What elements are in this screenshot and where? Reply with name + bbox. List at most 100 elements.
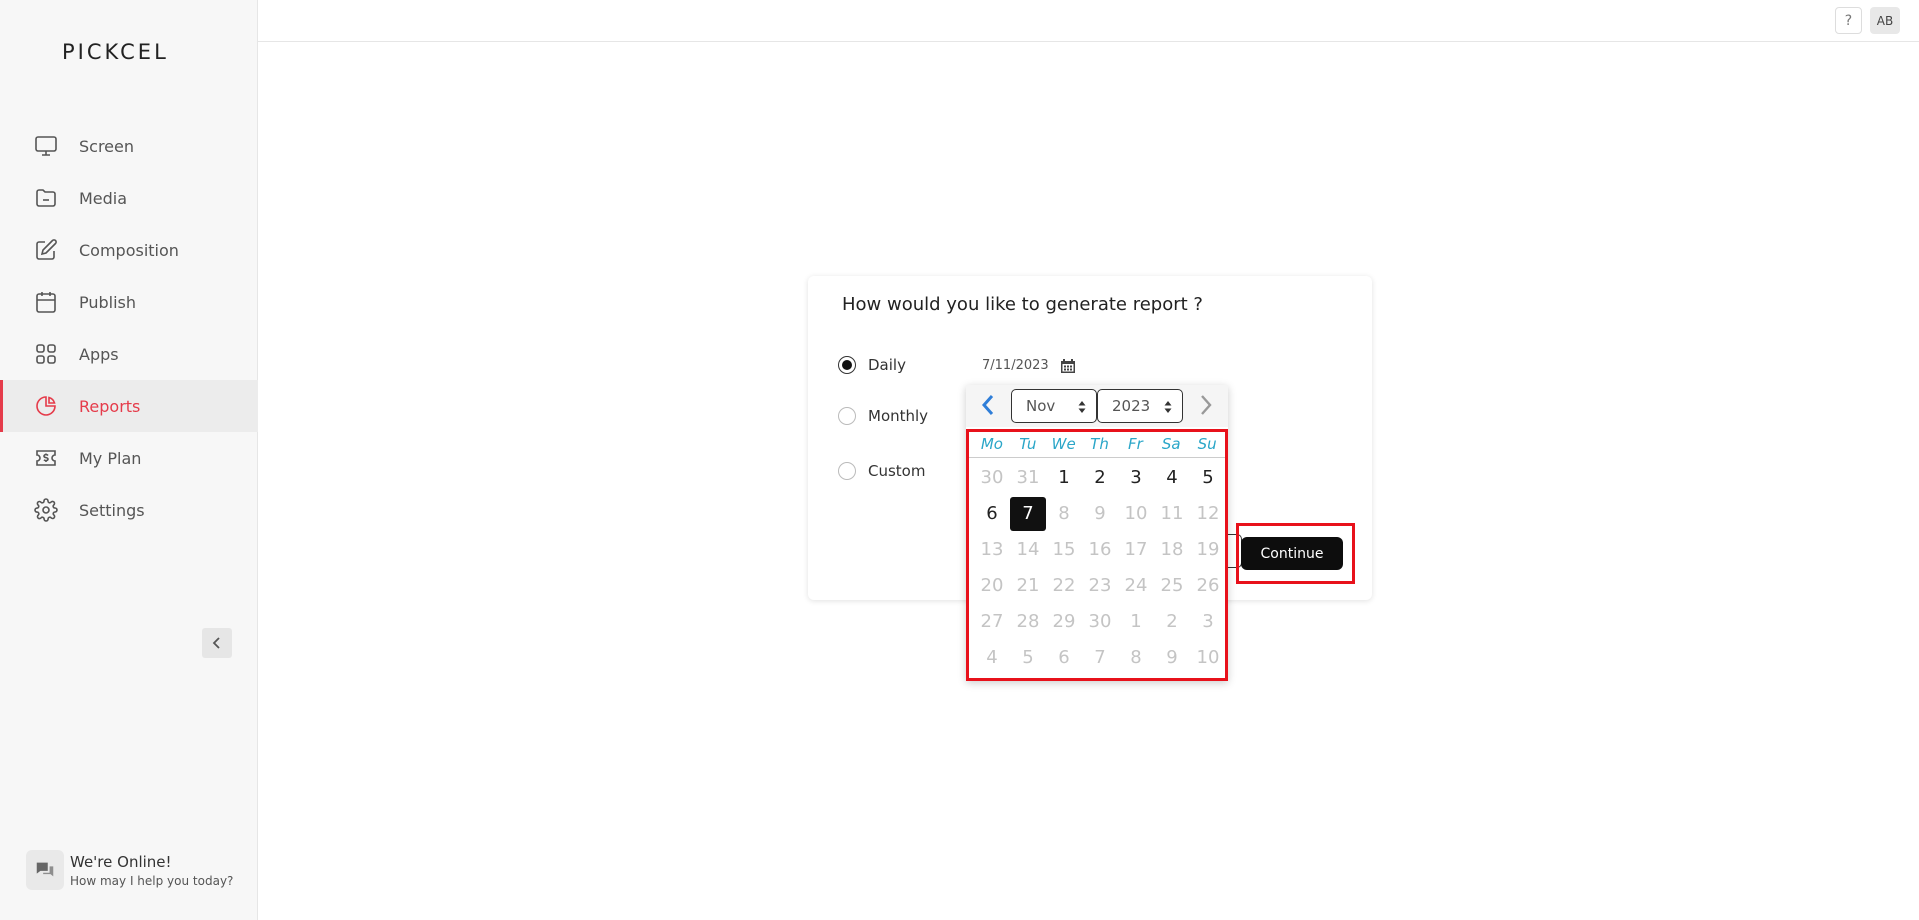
- datepicker-header: Nov 2023: [966, 385, 1228, 427]
- calendar-week: 4 5 6 7 8 9 10: [974, 640, 1226, 676]
- sidebar-item-settings[interactable]: Settings: [0, 484, 258, 536]
- calendar-day[interactable]: 27: [974, 605, 1010, 639]
- calendar-day[interactable]: 8: [1118, 641, 1154, 675]
- sidebar-item-my-plan[interactable]: My Plan: [0, 432, 258, 484]
- sidebar-item-publish[interactable]: Publish: [0, 276, 258, 328]
- sidebar-item-reports[interactable]: Reports: [0, 380, 258, 432]
- calendar-day[interactable]: 11: [1154, 497, 1190, 531]
- calendar-day-selected[interactable]: 7: [1010, 497, 1046, 531]
- sidebar-item-screen[interactable]: Screen: [0, 120, 258, 172]
- calendar-day[interactable]: 8: [1046, 497, 1082, 531]
- calendar-week: 13 14 15 16 17 18 19: [974, 532, 1226, 568]
- calendar-day[interactable]: 9: [1082, 497, 1118, 531]
- sidebar: PICKCEL Screen Media Composition Publish: [0, 0, 258, 920]
- month-value: Nov: [1026, 397, 1056, 415]
- sidebar-item-label: Settings: [79, 500, 145, 520]
- calendar-day[interactable]: 14: [1010, 533, 1046, 567]
- monitor-icon: [33, 133, 59, 159]
- option-monthly[interactable]: Monthly: [838, 407, 928, 425]
- calendar-day[interactable]: 1: [1118, 605, 1154, 639]
- calendar-day[interactable]: 1: [1046, 461, 1082, 495]
- date-input[interactable]: [982, 358, 1052, 373]
- calendar-day[interactable]: 2: [1082, 461, 1118, 495]
- calendar-grid-highlight: Mo Tu We Th Fr Sa Su 30 31 1 2 3 4 5 6 7…: [966, 429, 1228, 681]
- chat-subtitle: How may I help you today?: [70, 873, 234, 888]
- sidebar-item-label: Publish: [79, 292, 137, 312]
- daily-radio[interactable]: [838, 356, 856, 374]
- help-button[interactable]: ?: [1835, 7, 1862, 34]
- calendar-day[interactable]: 4: [1154, 461, 1190, 495]
- calendar-icon: [33, 289, 59, 315]
- weekday-label: Mo: [980, 435, 1003, 453]
- calendar-day[interactable]: 3: [1118, 461, 1154, 495]
- calendar-day[interactable]: 28: [1010, 605, 1046, 639]
- weekday-label: Fr: [1127, 435, 1143, 453]
- option-label: Daily: [868, 356, 906, 374]
- sidebar-item-label: Reports: [79, 396, 141, 416]
- avatar[interactable]: AB: [1870, 7, 1900, 34]
- calendar-day[interactable]: 4: [974, 641, 1010, 675]
- calendar-day[interactable]: 30: [1082, 605, 1118, 639]
- calendar-day[interactable]: 24: [1118, 569, 1154, 603]
- calendar-week: 20 21 22 23 24 25 26: [974, 568, 1226, 604]
- calendar-day[interactable]: 18: [1154, 533, 1190, 567]
- sidebar-item-media[interactable]: Media: [0, 172, 258, 224]
- calendar-icon[interactable]: [1060, 358, 1076, 374]
- calendar-day[interactable]: 16: [1082, 533, 1118, 567]
- calendar-day[interactable]: 7: [1082, 641, 1118, 675]
- calendar-day[interactable]: 13: [974, 533, 1010, 567]
- calendar-day[interactable]: 2: [1154, 605, 1190, 639]
- day-grid: 30 31 1 2 3 4 5 6 7 8 9 10 11 12 13 14 1…: [974, 460, 1226, 676]
- calendar-day[interactable]: 21: [1010, 569, 1046, 603]
- calendar-day[interactable]: 10: [1190, 641, 1226, 675]
- top-header: ? AB: [258, 0, 1919, 42]
- sidebar-item-label: My Plan: [79, 448, 142, 468]
- calendar-day[interactable]: 31: [1010, 461, 1046, 495]
- chat-widget[interactable]: We're Online! How may I help you today?: [26, 850, 233, 890]
- monthly-radio[interactable]: [838, 407, 856, 425]
- datepicker: Nov 2023 Mo Tu We Th Fr Sa Su 30 31 1 2 …: [966, 385, 1228, 681]
- calendar-day[interactable]: 15: [1046, 533, 1082, 567]
- option-custom[interactable]: Custom: [838, 462, 925, 480]
- calendar-day[interactable]: 25: [1154, 569, 1190, 603]
- sort-caret-icon: [1164, 400, 1172, 414]
- option-label: Custom: [868, 462, 926, 480]
- calendar-day[interactable]: 26: [1190, 569, 1226, 603]
- year-select[interactable]: 2023: [1097, 389, 1183, 423]
- pie-chart-icon: [33, 393, 59, 419]
- edit-icon: [33, 237, 59, 263]
- sidebar-item-composition[interactable]: Composition: [0, 224, 258, 276]
- weekday-label: Sa: [1161, 435, 1181, 453]
- calendar-day[interactable]: 6: [1046, 641, 1082, 675]
- dollar-ticket-icon: [33, 445, 59, 471]
- calendar-day[interactable]: 30: [974, 461, 1010, 495]
- sidebar-item-apps[interactable]: Apps: [0, 328, 258, 380]
- chevron-right-icon: [1201, 395, 1212, 415]
- weekday-label: Tu: [1019, 435, 1037, 453]
- calendar-day[interactable]: 17: [1118, 533, 1154, 567]
- continue-highlight-box: [1236, 523, 1355, 584]
- calendar-day[interactable]: 19: [1190, 533, 1226, 567]
- calendar-week: 27 28 29 30 1 2 3: [974, 604, 1226, 640]
- calendar-day[interactable]: 10: [1118, 497, 1154, 531]
- calendar-day[interactable]: 5: [1010, 641, 1046, 675]
- calendar-day[interactable]: 3: [1190, 605, 1226, 639]
- calendar-day[interactable]: 20: [974, 569, 1010, 603]
- option-daily[interactable]: Daily: [838, 356, 906, 374]
- calendar-day[interactable]: 23: [1082, 569, 1118, 603]
- next-month-button[interactable]: [1196, 393, 1216, 419]
- dialog-title: How would you like to generate report ?: [842, 294, 1203, 315]
- previous-month-button[interactable]: [978, 393, 998, 419]
- calendar-day[interactable]: 9: [1154, 641, 1190, 675]
- calendar-day[interactable]: 29: [1046, 605, 1082, 639]
- calendar-day[interactable]: 5: [1190, 461, 1226, 495]
- calendar-day[interactable]: 6: [974, 497, 1010, 531]
- custom-radio[interactable]: [838, 462, 856, 480]
- app-logo[interactable]: PICKCEL: [62, 40, 169, 64]
- sidebar-item-label: Media: [79, 188, 128, 208]
- calendar-day[interactable]: 22: [1046, 569, 1082, 603]
- weekday-label: Su: [1197, 435, 1217, 453]
- collapse-sidebar-button[interactable]: [202, 628, 232, 658]
- month-select[interactable]: Nov: [1011, 389, 1097, 423]
- calendar-day[interactable]: 12: [1190, 497, 1226, 531]
